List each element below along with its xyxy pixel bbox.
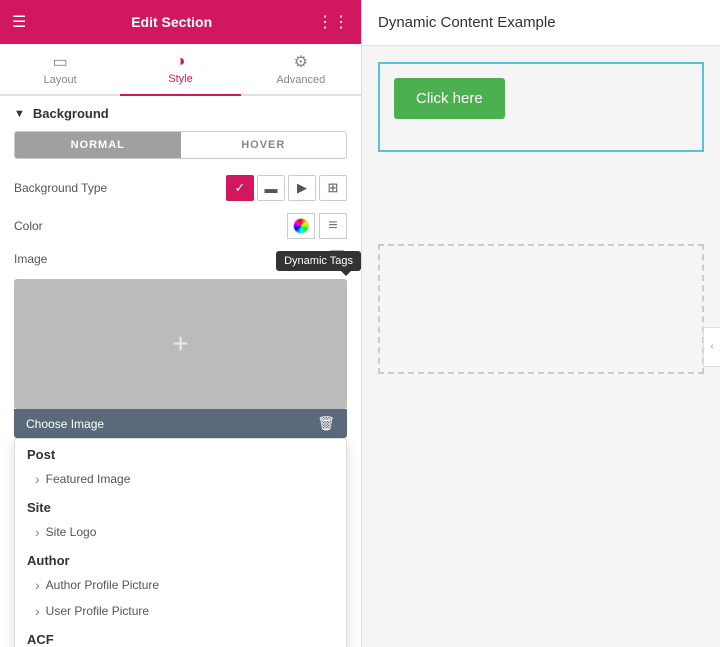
dropdown-item-featured-image[interactable]: Featured Image: [15, 466, 346, 492]
choose-image-bar[interactable]: Choose Image 🗑: [14, 409, 347, 438]
style-icon: ◑: [176, 53, 186, 71]
dynamic-tags-tooltip: Dynamic Tags: [276, 251, 361, 271]
dropdown-group-author: Author: [15, 545, 346, 572]
background-arrow-icon: ▼: [14, 108, 25, 120]
right-content: Click here ‹: [362, 46, 720, 647]
bg-type-label: Background Type: [14, 181, 226, 195]
left-panel: ☰ Edit Section ⋮⋮ ▭ Layout ◑ Style ⚙ Adv…: [0, 0, 362, 647]
panel-title: Edit Section: [26, 14, 317, 30]
color-label: Color: [14, 219, 287, 233]
right-title: Dynamic Content Example: [378, 14, 556, 31]
normal-hover-toggle: NORMAL HOVER: [14, 131, 347, 159]
right-panel: Dynamic Content Example Click here ‹: [362, 0, 720, 647]
tab-layout-label: Layout: [44, 74, 77, 86]
dropdown-group-site: Site: [15, 492, 346, 519]
dropdown-group-post: Post: [15, 439, 346, 466]
hamburger-icon[interactable]: ☰: [12, 12, 26, 32]
tab-advanced[interactable]: ⚙ Advanced: [241, 44, 361, 96]
lines-icon: ≡: [328, 217, 337, 235]
image-upload-area[interactable]: + Dynamic Tags: [14, 279, 347, 409]
tab-advanced-label: Advanced: [276, 74, 325, 86]
bg-type-slideshow-btn[interactable]: ⊞: [319, 175, 347, 201]
panel-content: ▼ Background NORMAL HOVER Background Typ…: [0, 96, 361, 647]
bg-type-video-btn[interactable]: ▶: [288, 175, 316, 201]
bg-type-row: Background Type ✓ ▬ ▶ ⊞: [0, 169, 361, 207]
toggle-hover-btn[interactable]: HOVER: [181, 132, 347, 158]
right-header: Dynamic Content Example: [362, 0, 720, 46]
background-section-header[interactable]: ▼ Background: [0, 96, 361, 131]
dropdown-item-author-profile[interactable]: Author Profile Picture: [15, 572, 346, 598]
bg-type-classic-btn[interactable]: ▬: [257, 175, 285, 201]
dropdown-item-site-logo[interactable]: Site Logo: [15, 519, 346, 545]
color-swatch-btn[interactable]: [287, 213, 315, 239]
background-title: Background: [33, 106, 109, 121]
toggle-normal-btn[interactable]: NORMAL: [15, 132, 181, 158]
dropdown-item-user-profile[interactable]: User Profile Picture: [15, 598, 346, 624]
trash-icon[interactable]: 🗑: [317, 415, 335, 432]
tab-style[interactable]: ◑ Style: [120, 44, 240, 96]
tab-style-label: Style: [168, 73, 192, 85]
advanced-icon: ⚙: [294, 52, 308, 72]
grid-icon[interactable]: ⋮⋮: [317, 12, 349, 32]
dynamic-tags-dropdown: Post Featured Image Site Site Logo Autho…: [14, 438, 347, 647]
color-lines-btn[interactable]: ≡: [319, 213, 347, 239]
panel-header: ☰ Edit Section ⋮⋮: [0, 0, 361, 44]
bg-type-none-btn[interactable]: ✓: [226, 175, 254, 201]
bg-type-buttons: ✓ ▬ ▶ ⊞: [226, 175, 347, 201]
color-controls: ≡: [287, 213, 347, 239]
color-circle: [293, 218, 309, 234]
collapse-handle[interactable]: ‹: [703, 327, 720, 367]
upload-plus-icon: +: [172, 328, 188, 360]
click-here-button[interactable]: Click here: [394, 78, 505, 119]
dropdown-group-acf: ACF: [15, 624, 346, 647]
layout-icon: ▭: [53, 52, 68, 72]
color-row: Color ≡: [0, 207, 361, 245]
choose-image-label: Choose Image: [26, 417, 104, 431]
dashed-content-box: [378, 244, 704, 374]
tabs-row: ▭ Layout ◑ Style ⚙ Advanced: [0, 44, 361, 96]
tab-layout[interactable]: ▭ Layout: [0, 44, 120, 96]
